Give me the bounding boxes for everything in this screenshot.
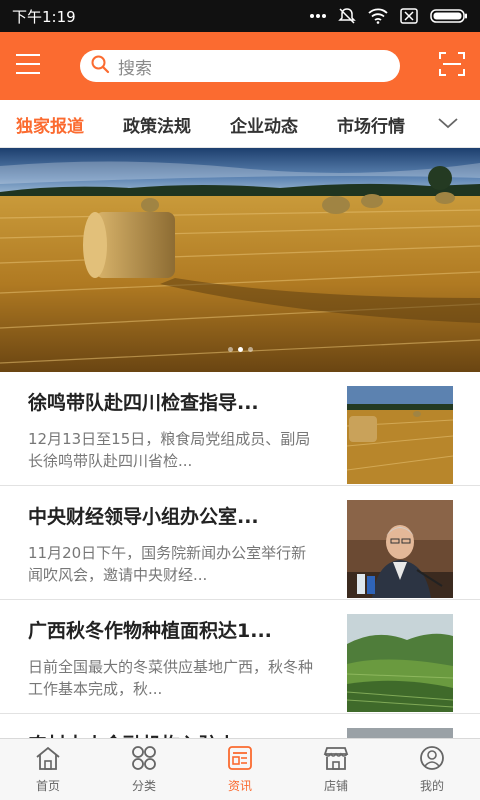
news-list: 徐鸣带队赴四川检查指导... 12月13日至15日，粮食局党组成员、副局长徐鸣带… — [0, 372, 480, 800]
news-item[interactable]: 广西秋冬作物种植面积达1... 日前全国最大的冬菜供应基地广西，秋冬种工作基本完… — [0, 600, 480, 714]
banner-image — [0, 148, 480, 372]
wifi-icon — [368, 8, 388, 24]
nav-home[interactable]: 首页 — [0, 739, 96, 800]
store-icon — [322, 745, 350, 774]
news-desc: 12月13日至15日，粮食局党组成员、副局长徐鸣带队赴四川省检... — [28, 430, 311, 470]
nav-label: 我的 — [419, 779, 444, 793]
scan-icon — [438, 50, 466, 82]
bottom-nav: 首页 分类 资讯 店铺 我的 — [0, 738, 480, 800]
profile-icon — [418, 745, 446, 774]
news-item[interactable]: 徐鸣带队赴四川检查指导... 12月13日至15日，粮食局党组成员、副局长徐鸣带… — [0, 372, 480, 486]
more-dots-icon — [310, 13, 326, 19]
status-bar: 下午1:19 — [0, 0, 480, 32]
category-tabs: 独家报道 政策法规 企业动态 市场行情 — [0, 100, 480, 148]
news-title: 中央财经领导小组办公室... — [28, 506, 259, 528]
nav-category[interactable]: 分类 — [96, 739, 192, 800]
news-title: 徐鸣带队赴四川检查指导... — [28, 392, 259, 414]
search-input[interactable]: 搜索 — [80, 50, 400, 82]
status-icons — [310, 7, 468, 25]
tab-exclusive[interactable]: 独家报道 — [16, 112, 84, 137]
tab-company-news[interactable]: 企业动态 — [230, 112, 298, 137]
news-item[interactable]: 中央财经领导小组办公室... 11月20日下午，国务院新闻办公室举行新闻吹风会，… — [0, 486, 480, 600]
tabs-expand-button[interactable] — [436, 112, 460, 136]
news-desc: 11月20日下午，国务院新闻办公室举行新闻吹风会，邀请中央财经... — [28, 544, 307, 584]
sim-icon — [400, 8, 418, 24]
category-icon — [130, 745, 158, 774]
mute-bell-icon — [338, 7, 356, 25]
nav-news[interactable]: 资讯 — [192, 739, 288, 800]
carousel-dots — [0, 347, 480, 352]
nav-label: 分类 — [131, 779, 156, 793]
news-thumbnail — [347, 500, 453, 598]
carousel-dot[interactable] — [247, 347, 253, 352]
tab-policy[interactable]: 政策法规 — [123, 112, 191, 137]
search-placeholder: 搜索 — [118, 58, 152, 79]
news-title: 广西秋冬作物种植面积达1... — [28, 620, 272, 642]
nav-label: 首页 — [35, 779, 60, 793]
news-thumbnail — [347, 614, 453, 712]
scan-button[interactable] — [436, 50, 468, 82]
nav-profile[interactable]: 我的 — [384, 739, 480, 800]
hamburger-icon — [14, 52, 42, 80]
nav-label: 资讯 — [227, 779, 252, 793]
battery-icon — [430, 8, 468, 24]
banner-carousel[interactable] — [0, 148, 480, 372]
status-time: 下午1:19 — [12, 7, 76, 26]
chevron-down-icon — [437, 115, 459, 134]
menu-button[interactable] — [0, 32, 56, 100]
nav-label: 店铺 — [323, 779, 348, 793]
search-icon — [90, 54, 110, 78]
home-icon — [34, 745, 62, 774]
news-icon — [226, 745, 254, 774]
carousel-dot[interactable] — [227, 347, 233, 352]
news-desc: 日前全国最大的冬菜供应基地广西，秋冬种工作基本完成，秋... — [28, 658, 314, 698]
app-bar: 搜索 — [0, 32, 480, 100]
news-thumbnail — [347, 386, 453, 484]
nav-store[interactable]: 店铺 — [288, 739, 384, 800]
carousel-dot[interactable] — [237, 347, 243, 352]
tab-market[interactable]: 市场行情 — [337, 112, 405, 137]
